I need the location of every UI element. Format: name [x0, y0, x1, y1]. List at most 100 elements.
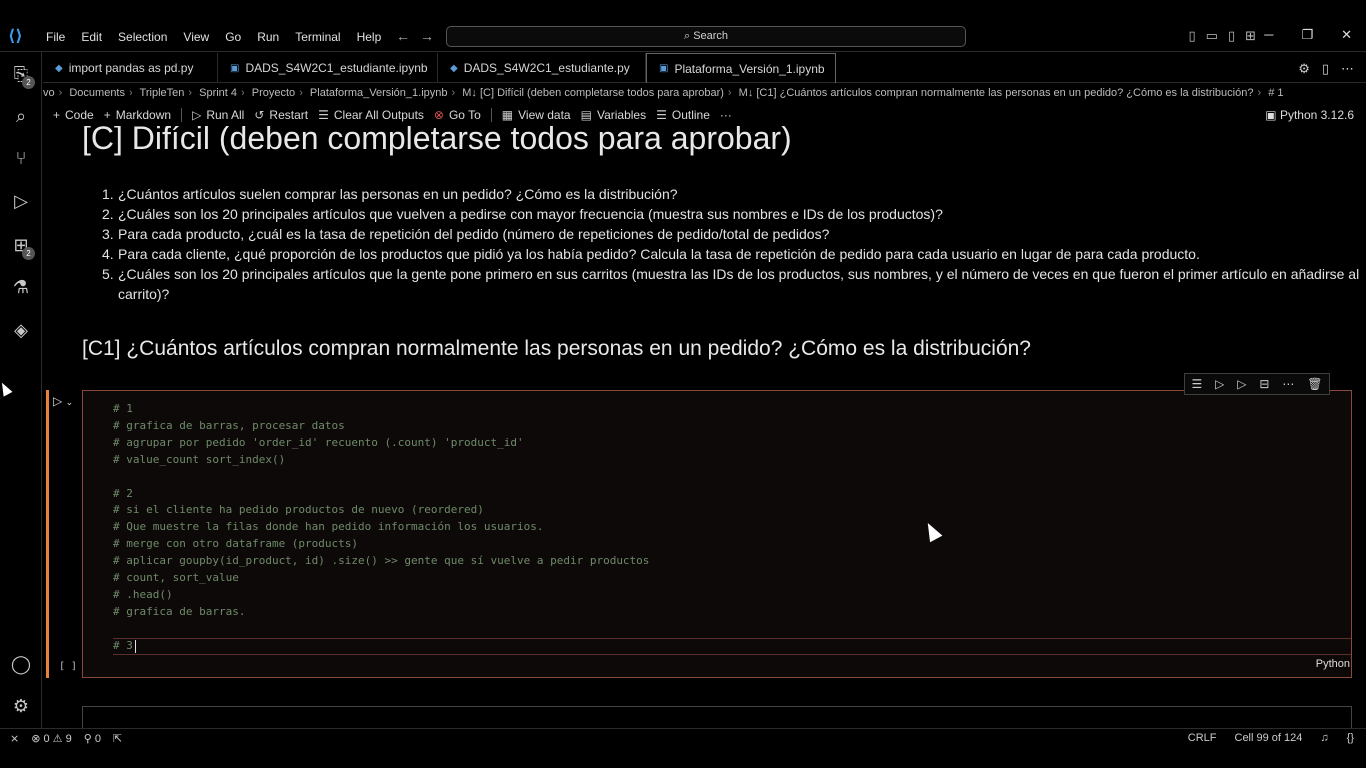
editor-tabs: ◆ import pandas as pd.py ▣ DADS_S4W2C1_e… — [43, 53, 1366, 83]
ports-indicator[interactable]: ⚲ 0 — [84, 732, 101, 745]
command-search[interactable]: ⌕ Search — [446, 26, 966, 47]
notebook-file-icon: ▣ — [659, 63, 669, 74]
add-code-button[interactable]: + Code — [53, 108, 94, 122]
chevron-down-icon: ⌄ — [65, 397, 74, 407]
execute-above-icon[interactable]: ▷ — [1215, 377, 1224, 391]
outline-button[interactable]: ☰ Outline — [656, 108, 710, 122]
breadcrumb-item[interactable]: TripleTen — [140, 87, 185, 99]
toggle-secondary-sidebar-icon[interactable]: ▯ — [1228, 28, 1235, 44]
next-cell[interactable] — [82, 706, 1352, 728]
cell-focus-bar — [46, 390, 49, 678]
cell-language[interactable]: Python — [1316, 658, 1350, 670]
settings-gear-icon[interactable]: ⚙ — [9, 694, 33, 718]
split-editor-icon[interactable]: ▯ — [1322, 61, 1329, 77]
more-actions-icon[interactable]: ⋯ — [1341, 61, 1354, 77]
python-file-icon: ◆ — [55, 62, 63, 74]
delete-cell-icon[interactable]: 🗑 — [1307, 377, 1322, 391]
cell-toolbar: ☰ ▷ ▷ ⊟ ⋯ 🗑 — [1184, 373, 1330, 395]
status-left: ⨯ ⊗ 0 ⚠ 9 ⚲ 0 ⇱ — [10, 732, 122, 745]
clear-all-icon: ☰ — [318, 108, 329, 122]
variables-button[interactable]: ▤ Variables — [581, 108, 646, 122]
add-markdown-button[interactable]: + Markdown — [104, 108, 171, 122]
account-icon[interactable]: ◯ — [9, 652, 33, 676]
more-icon[interactable]: ⋯ — [1282, 377, 1294, 391]
tab-plataforma-ipynb[interactable]: ▣ Plataforma_Versión_1.ipynb — [646, 53, 836, 83]
breadcrumb-item[interactable]: M↓ [C] Difícil (deben completarse todos … — [462, 87, 724, 99]
restore-icon[interactable]: ❐ — [1301, 27, 1313, 43]
list-item: 1. ¿Cuántos artículos suelen comprar las … — [102, 186, 678, 202]
run-debug-icon[interactable]: ▷ — [9, 189, 33, 213]
breadcrumb-item[interactable]: Proyecto — [252, 87, 295, 99]
variables-icon: ▤ — [580, 108, 592, 122]
kernel-picker[interactable]: ▣ Python 3.12.6 — [1265, 108, 1354, 122]
python-icon[interactable]: ◈ — [9, 318, 33, 342]
markdown-subheading: [C1] ¿Cuántos artículos compran normalme… — [82, 337, 1031, 360]
table-icon: ▦ — [501, 108, 514, 122]
run-all-button[interactable]: ▷ Run All — [192, 108, 244, 122]
error-circle-icon: ⊗ — [433, 108, 444, 122]
menu-edit[interactable]: Edit — [73, 30, 110, 44]
minimize-icon[interactable]: ─ — [1264, 27, 1273, 43]
code-editor[interactable]: # 1 # grafica de barras, procesar datos … — [113, 401, 649, 621]
customize-layout-icon[interactable]: ⊞ — [1245, 28, 1256, 44]
notifications-bell-icon[interactable]: ♫ — [1320, 732, 1328, 744]
toggle-sidebar-icon[interactable]: ▯ — [1188, 28, 1195, 44]
breadcrumb-item[interactable]: Documents — [69, 87, 125, 99]
plus-icon: + — [103, 108, 111, 122]
list-item: 3. Para cada producto, ¿cuál es la tasa d… — [102, 226, 830, 242]
search-icon[interactable]: ⌕ — [9, 104, 33, 128]
menu-view[interactable]: View — [175, 30, 217, 44]
restart-button[interactable]: ↺ Restart — [254, 108, 308, 122]
execute-below-icon[interactable]: ▷ — [1237, 377, 1246, 391]
clear-outputs-button[interactable]: ☰ Clear All Outputs — [318, 108, 424, 122]
breadcrumb-item[interactable]: vo — [43, 87, 55, 99]
restart-icon: ↺ — [254, 108, 265, 122]
source-control-icon[interactable]: ⑂ — [9, 146, 33, 170]
run-cell-button[interactable]: ▷ ⌄ — [53, 394, 73, 408]
status-right: CRLF Cell 99 of 124 ♫ {} — [1188, 732, 1354, 744]
go-to-button[interactable]: ⊗ Go To — [434, 108, 481, 122]
menu-go[interactable]: Go — [217, 30, 249, 44]
plus-icon: + — [53, 108, 61, 122]
menu-selection[interactable]: Selection — [110, 30, 175, 44]
testing-icon[interactable]: ⚗ — [9, 275, 33, 299]
breadcrumb-item[interactable]: M↓ [C1] ¿Cuántos artículos compran norma… — [739, 87, 1254, 99]
split-cell-icon[interactable]: ⊟ — [1259, 377, 1269, 391]
toggle-panel-icon[interactable]: ▭ — [1206, 28, 1218, 44]
problems-indicator[interactable]: ⊗ 0 ⚠ 9 — [31, 732, 72, 745]
code-cell[interactable]: # 1 # grafica de barras, procesar datos … — [82, 390, 1352, 678]
menu-bar: File Edit Selection View Go Run Terminal… — [38, 30, 389, 44]
menu-run[interactable]: Run — [249, 30, 287, 44]
breadcrumb-item[interactable]: Sprint 4 — [199, 87, 237, 99]
eol-indicator[interactable]: CRLF — [1188, 732, 1217, 744]
tab-dads-py[interactable]: ◆ DADS_S4W2C1_estudiante.py — [438, 53, 646, 83]
execution-count: [ ] — [59, 661, 78, 672]
braces-icon[interactable]: {} — [1347, 732, 1354, 744]
status-bar: ⨯ ⊗ 0 ⚠ 9 ⚲ 0 ⇱ CRLF Cell 99 of 124 ♫ {} — [0, 728, 1366, 748]
python-file-icon: ◆ — [450, 62, 458, 74]
notebook-toolbar: + Code + Markdown ▷ Run All ↺ Restart ☰ Clear… — [43, 104, 1366, 126]
live-share-icon[interactable]: ⇱ — [113, 732, 122, 745]
back-arrow-icon[interactable]: ← — [396, 28, 420, 44]
gear-icon[interactable]: ⚙ — [1298, 61, 1310, 77]
breadcrumb-item[interactable]: Plataforma_Versión_1.ipynb — [310, 87, 448, 99]
run-by-line-icon[interactable]: ☰ — [1191, 377, 1202, 391]
play-icon: ▷ — [192, 108, 202, 122]
menu-file[interactable]: File — [38, 30, 73, 44]
current-line[interactable]: # 3 — [113, 639, 136, 653]
breadcrumb-item[interactable]: # 1 — [1268, 87, 1283, 99]
remote-icon[interactable]: ⨯ — [10, 732, 19, 745]
markdown-heading: [C] Difícil (deben completarse todos par… — [82, 126, 792, 156]
menu-help[interactable]: Help — [349, 30, 390, 44]
view-data-button[interactable]: ▦ View data — [502, 108, 571, 122]
forward-arrow-icon[interactable]: → — [420, 28, 444, 44]
tab-dads-ipynb[interactable]: ▣ DADS_S4W2C1_estudiante.ipynb — [218, 53, 438, 83]
menu-terminal[interactable]: Terminal — [287, 30, 348, 44]
cell-position[interactable]: Cell 99 of 124 — [1235, 732, 1303, 744]
more-button[interactable]: ··· — [720, 108, 732, 122]
breadcrumb: vo › Documents › TripleTen › Sprint 4 › Proy… — [43, 87, 1284, 99]
tab-import-pandas[interactable]: ◆ import pandas as pd.py — [43, 53, 218, 83]
tab-label: DADS_S4W2C1_estudiante.py — [463, 61, 630, 75]
list-item: 4. Para cada cliente, ¿qué proporción de … — [102, 246, 1200, 262]
close-icon[interactable]: ✕ — [1341, 27, 1352, 43]
